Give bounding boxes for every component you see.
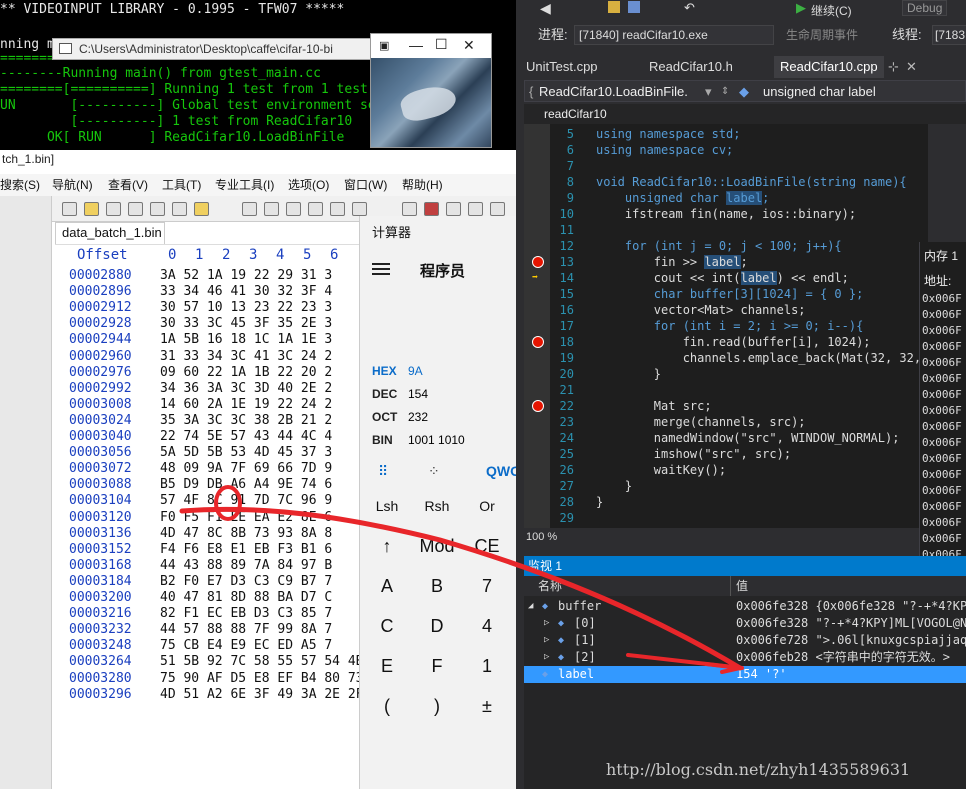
annotation-arrow-line	[179, 506, 743, 671]
annotation-circle	[214, 485, 242, 521]
annotation-overlay	[179, 485, 744, 674]
